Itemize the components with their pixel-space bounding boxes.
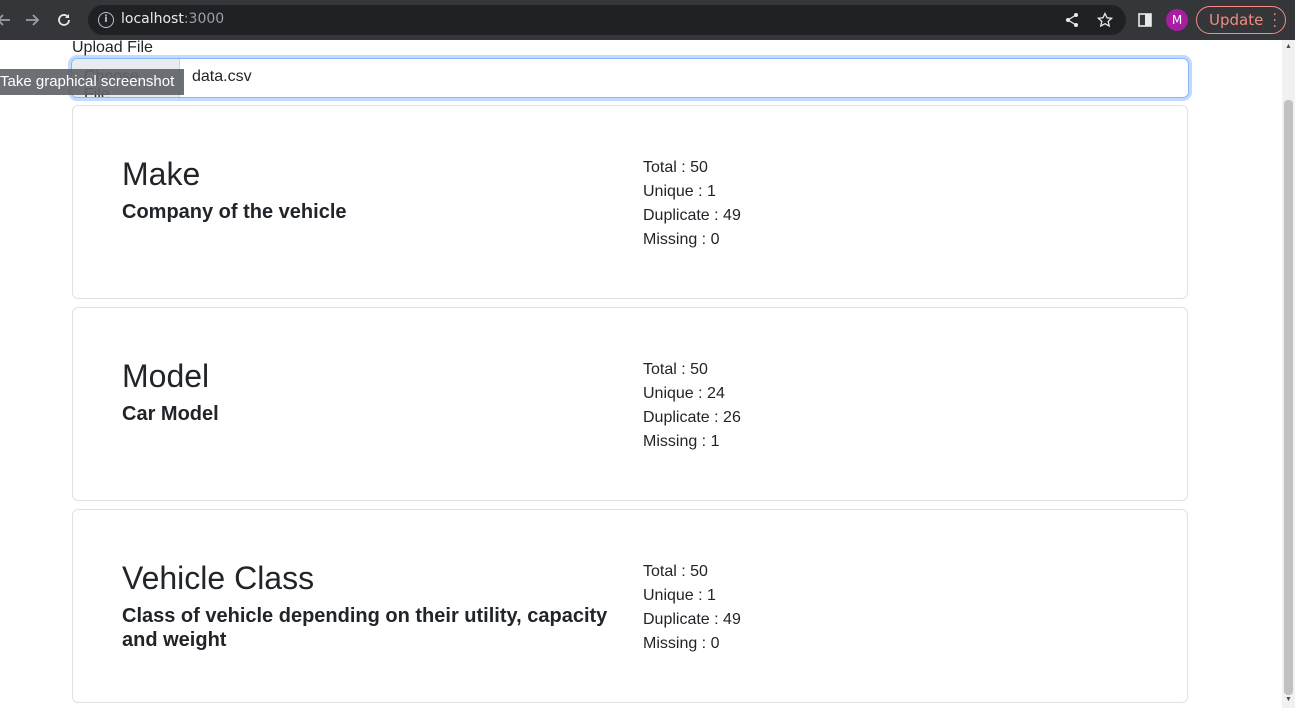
stat-duplicate: Duplicate : 49 — [643, 207, 741, 224]
stat-duplicate: Duplicate : 49 — [643, 611, 741, 628]
forward-arrow-icon[interactable] — [20, 8, 44, 32]
stat-duplicate: Duplicate : 26 — [643, 409, 741, 426]
back-arrow-icon[interactable] — [0, 8, 16, 32]
card-title: Vehicle Class — [122, 560, 315, 596]
more-menu-icon: · · · — [1272, 7, 1277, 35]
card-stats: Total : 50 Unique : 1 Duplicate : 49 Mis… — [643, 156, 741, 252]
upload-label: Upload File — [72, 39, 153, 56]
stat-missing: Missing : 0 — [643, 231, 720, 248]
stat-missing: Missing : 0 — [643, 635, 720, 652]
file-input[interactable]: Choose File data.csv — [71, 58, 1189, 98]
scroll-up-arrow-icon[interactable]: ▲ — [1285, 43, 1292, 50]
stat-missing: Missing : 1 — [643, 433, 720, 450]
scroll-thumb[interactable] — [1284, 100, 1293, 695]
page-content: Upload File Choose File data.csv Take gr… — [0, 39, 1282, 708]
card-stats: Total : 50 Unique : 1 Duplicate : 49 Mis… — [643, 560, 741, 656]
screenshot-tooltip: Take graphical screenshot — [0, 69, 184, 95]
side-panel-icon[interactable] — [1133, 8, 1157, 32]
column-card-make: Make Company of the vehicle Total : 50 U… — [72, 105, 1188, 299]
stat-unique: Unique : 1 — [643, 183, 716, 200]
browser-toolbar: i localhost:3000 M Update · · · — [0, 0, 1295, 40]
address-bar[interactable]: i localhost:3000 — [88, 5, 1126, 35]
card-description: Company of the vehicle — [122, 201, 347, 223]
url-text: localhost:3000 — [121, 11, 225, 27]
reload-icon[interactable] — [52, 8, 76, 32]
update-button[interactable]: Update · · · — [1196, 6, 1286, 34]
card-description: Class of vehicle depending on their util… — [122, 605, 608, 651]
stat-unique: Unique : 24 — [643, 385, 725, 402]
column-card-model: Model Car Model Total : 50 Unique : 24 D… — [72, 307, 1188, 501]
site-info-icon[interactable]: i — [98, 12, 114, 28]
card-title: Model — [122, 358, 210, 394]
stat-total: Total : 50 — [643, 361, 708, 378]
scroll-down-arrow-icon[interactable]: ▼ — [1285, 696, 1292, 703]
stat-unique: Unique : 1 — [643, 587, 716, 604]
stat-total: Total : 50 — [643, 563, 708, 580]
bookmark-star-icon[interactable] — [1093, 8, 1117, 32]
profile-avatar[interactable]: M — [1166, 9, 1188, 31]
card-description: Car Model — [122, 403, 219, 425]
card-title: Make — [122, 156, 201, 192]
share-icon[interactable] — [1060, 8, 1084, 32]
card-stats: Total : 50 Unique : 24 Duplicate : 26 Mi… — [643, 358, 741, 454]
stat-total: Total : 50 — [643, 159, 708, 176]
column-card-vehicle-class: Vehicle Class Class of vehicle depending… — [72, 509, 1188, 703]
file-name: data.csv — [192, 68, 252, 85]
page-scrollbar[interactable]: ▲ ▼ — [1282, 40, 1295, 708]
